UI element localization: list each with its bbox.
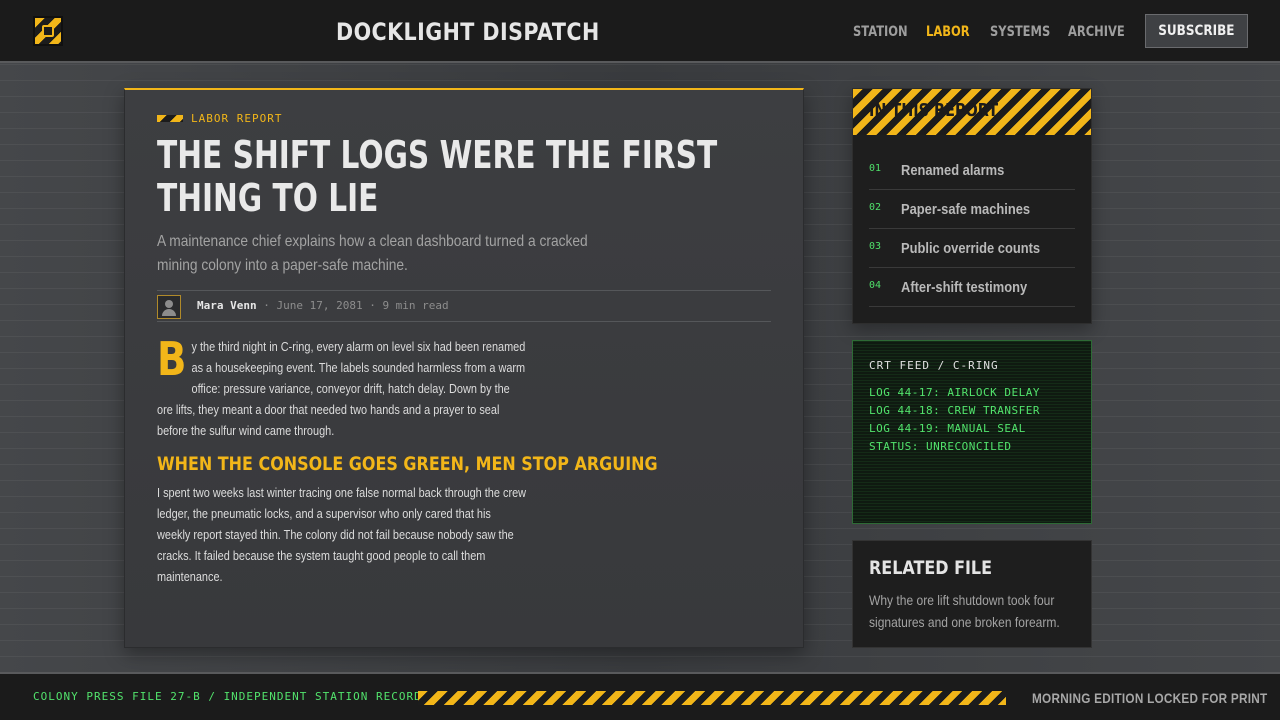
nav-systems[interactable]: SYSTEMS [990, 22, 1050, 42]
byline: Mara Venn · June 17, 2081 · 9 min read [157, 290, 771, 322]
toc-label: Renamed alarms [901, 162, 1005, 179]
byline-text: Mara Venn · June 17, 2081 · 9 min read [197, 299, 449, 313]
article-headline: THE SHIFT LOGS WERE THE FIRST THING TO L… [157, 133, 718, 220]
toc-label: After-shift testimony [901, 279, 1028, 296]
crt-log-line: LOG 44-18: CREW TRANSFER [869, 404, 1040, 417]
toc-number: 04 [869, 280, 882, 291]
toc-number: 01 [869, 163, 882, 174]
nav-archive[interactable]: ARCHIVE [1068, 22, 1125, 42]
article-subhead: WHEN THE CONSOLE GOES GREEN, MEN STOP AR… [157, 453, 658, 475]
site-footer: COLONY PRESS FILE 27-B / INDEPENDENT STA… [0, 672, 1280, 720]
toc-item[interactable]: 02 Paper-safe machines [869, 190, 1075, 229]
footer-file-label: COLONY PRESS FILE 27-B / INDEPENDENT STA… [33, 690, 422, 703]
kicker-label: LABOR REPORT [191, 112, 283, 125]
toc-title: IN THIS REPORT [869, 100, 999, 121]
related-link[interactable]: Why the ore lift shutdown took four sign… [869, 589, 1075, 633]
paragraph-text: y the third night in C-ring, every alarm… [157, 339, 526, 438]
site-header: DOCKLIGHT DISPATCH STATION LABOR SYSTEMS… [0, 0, 1280, 63]
crt-log-line: LOG 44-17: AIRLOCK DELAY [869, 386, 1040, 399]
toc-item[interactable]: 03 Public override counts [869, 229, 1075, 268]
subscribe-label: SUBSCRIBE [1158, 23, 1235, 39]
subscribe-button[interactable]: SUBSCRIBE [1145, 14, 1248, 48]
toc-number: 03 [869, 241, 882, 252]
article-dek: A maintenance chief explains how a clean… [157, 233, 588, 274]
related-title: RELATED FILE [869, 557, 992, 579]
toc-label: Paper-safe machines [901, 201, 1031, 218]
toc-item[interactable]: 04 After-shift testimony [869, 268, 1075, 307]
footer-edition-label: MORNING EDITION LOCKED FOR PRINT [1032, 690, 1268, 706]
site-brand[interactable]: DOCKLIGHT DISPATCH [336, 17, 600, 47]
article-paragraph: I spent two weeks last winter tracing on… [157, 485, 527, 584]
nav-labor[interactable]: LABOR [926, 22, 970, 42]
drop-cap: B [157, 332, 187, 386]
crt-feed-panel: CRT FEED / C-RING LOG 44-17: AIRLOCK DEL… [852, 340, 1092, 524]
toc-number: 02 [869, 202, 882, 213]
nav-station[interactable]: STATION [853, 22, 908, 42]
crt-feed-title: CRT FEED / C-RING [869, 359, 999, 372]
hazard-stripe-bar [418, 691, 1006, 705]
logo-core [42, 25, 54, 37]
logo-icon[interactable] [33, 16, 63, 46]
report-toc: IN THIS REPORT 01 Renamed alarms 02 Pape… [852, 88, 1092, 324]
crt-status-line: STATUS: UNRECONCILED [869, 440, 1012, 453]
toc-item[interactable]: 01 Renamed alarms [869, 151, 1075, 190]
related-file-card: RELATED FILE Why the ore lift shutdown t… [852, 540, 1092, 648]
author-avatar-icon[interactable] [157, 295, 181, 319]
toc-header: IN THIS REPORT [853, 89, 1091, 135]
article-paragraph: By the third night in C-ring, every alar… [157, 336, 527, 441]
author-name[interactable]: Mara Venn [197, 299, 257, 312]
hazard-stripe-icon [157, 115, 183, 122]
byline-meta: · June 17, 2081 · 9 min read [256, 299, 449, 312]
crt-log-line: LOG 44-19: MANUAL SEAL [869, 422, 1026, 435]
toc-label: Public override counts [901, 240, 1041, 257]
article-card: LABOR REPORT THE SHIFT LOGS WERE THE FIR… [124, 88, 804, 648]
